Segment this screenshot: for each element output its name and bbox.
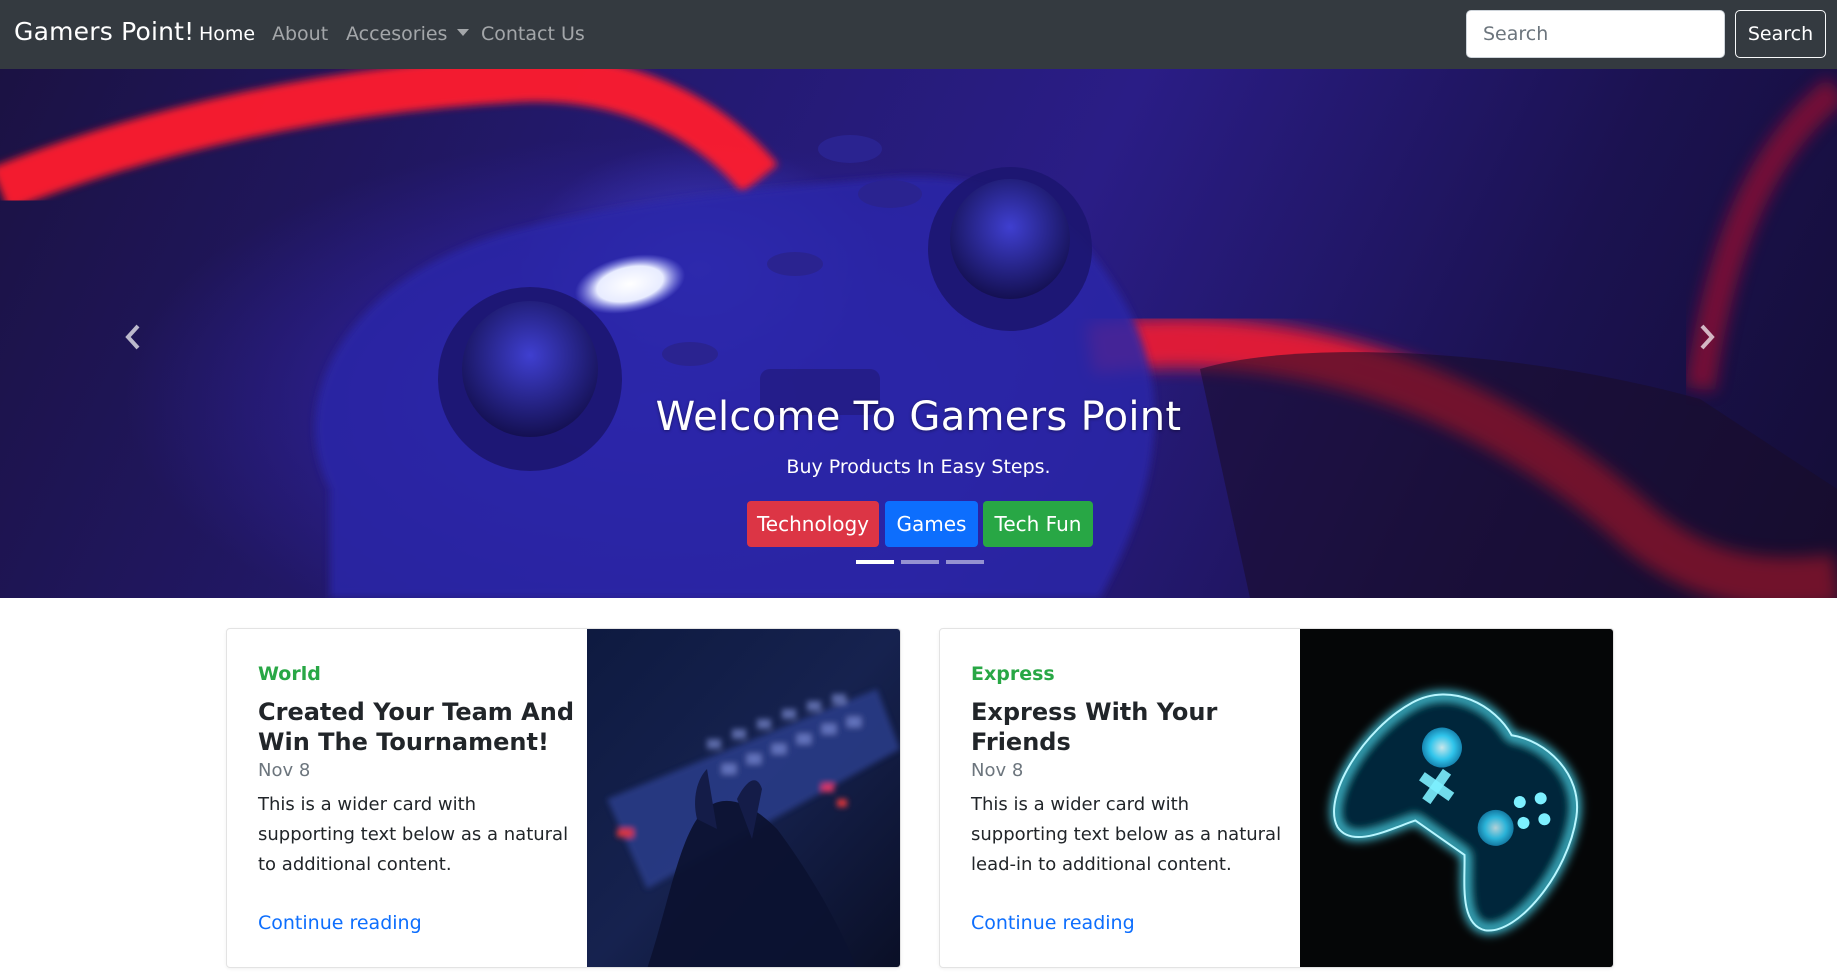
card-title: Created Your Team And Win The Tournament… xyxy=(258,698,575,756)
glowing-controller-photo xyxy=(1300,629,1613,967)
article-card-express: Express Express With Your Friends Nov 8 … xyxy=(939,628,1614,968)
carousel-indicator-2[interactable] xyxy=(901,560,939,564)
card-title: Express With Your Friends xyxy=(971,698,1218,756)
games-button[interactable]: Games xyxy=(885,501,978,547)
card-category: Express xyxy=(971,663,1055,685)
carousel-indicator-1[interactable] xyxy=(856,560,894,564)
nav-link-contact[interactable]: Contact Us xyxy=(481,23,585,45)
nav-dropdown-label: Accesories xyxy=(346,23,448,45)
chevron-right-icon xyxy=(1700,324,1715,350)
carousel-indicator-3[interactable] xyxy=(946,560,984,564)
brand-logo[interactable]: Gamers Point! xyxy=(14,17,194,46)
tech-fun-button[interactable]: Tech Fun xyxy=(983,501,1093,547)
caret-down-icon xyxy=(457,29,470,36)
carousel-prev-button[interactable] xyxy=(113,317,153,357)
technology-button[interactable]: Technology xyxy=(747,501,879,547)
nav-link-about[interactable]: About xyxy=(272,23,328,45)
card-body: Express Express With Your Friends Nov 8 … xyxy=(971,663,1291,880)
card-date: Nov 8 xyxy=(258,760,311,781)
search-input[interactable] xyxy=(1466,10,1725,58)
article-card-world: World Created Your Team And Win The Tour… xyxy=(226,628,901,968)
search-button[interactable]: Search xyxy=(1735,10,1826,58)
nav-dropdown-accesories[interactable]: Accesories xyxy=(346,23,470,45)
chevron-left-icon xyxy=(125,324,140,350)
continue-reading-link[interactable]: Continue reading xyxy=(258,912,422,934)
hero-title: Welcome To Gamers Point xyxy=(655,394,1182,440)
card-text: This is a wider card with supporting tex… xyxy=(258,794,569,875)
card-date: Nov 8 xyxy=(971,760,1024,781)
nav-link-home[interactable]: Home xyxy=(199,23,255,45)
continue-reading-link[interactable]: Continue reading xyxy=(971,912,1135,934)
navbar: Gamers Point! Home About Accesories Cont… xyxy=(0,0,1837,69)
card-body: World Created Your Team And Win The Tour… xyxy=(258,663,578,880)
hero-subtitle: Buy Products In Easy Steps. xyxy=(786,456,1051,478)
keyboard-photo xyxy=(587,629,900,967)
card-category: World xyxy=(258,663,321,685)
hero-carousel: Welcome To Gamers Point Buy Products In … xyxy=(0,69,1837,598)
card-text: This is a wider card with supporting tex… xyxy=(971,794,1282,875)
carousel-next-button[interactable] xyxy=(1687,317,1727,357)
